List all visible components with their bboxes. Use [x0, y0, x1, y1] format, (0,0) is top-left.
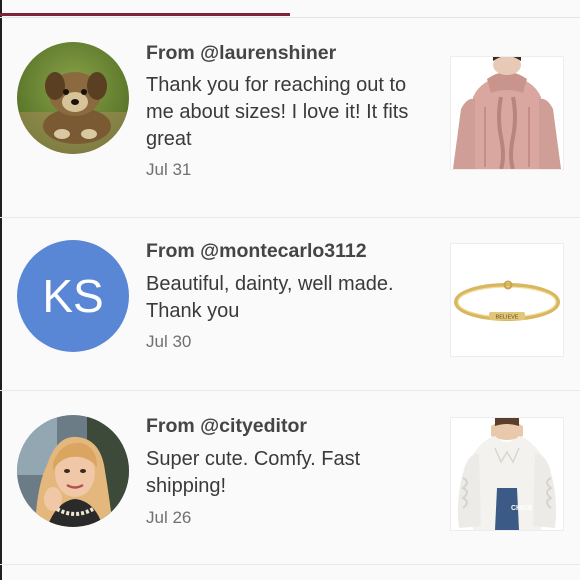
- blouse-thumbnail-icon[interactable]: CHICE: [451, 418, 563, 530]
- thumbnail-watermark: CHICE: [511, 505, 533, 512]
- review-item[interactable]: From @cityeditor Super cute. Comfy. Fast…: [0, 403, 580, 577]
- review-text: Beautiful, dainty, well made. Thank you: [146, 273, 394, 322]
- row-divider: [0, 390, 580, 391]
- row-divider: [0, 564, 580, 565]
- row-divider: [0, 217, 580, 218]
- review-text: Super cute. Comfy. Fast shipping!: [146, 448, 361, 497]
- review-text: Thank you for reaching out to me about s…: [146, 74, 409, 150]
- review-date: Jul 30: [146, 332, 192, 351]
- woman-avatar-icon[interactable]: [17, 415, 129, 527]
- review-author[interactable]: From @montecarlo3112: [146, 240, 367, 263]
- review-item[interactable]: KS From @montecarlo3112 Beautiful, daint…: [0, 227, 580, 401]
- review-author[interactable]: From @laurenshiner: [146, 42, 336, 65]
- bracelet-engraving: BELIEVE: [496, 315, 519, 321]
- review-author[interactable]: From @cityeditor: [146, 415, 307, 438]
- avatar[interactable]: KS: [17, 240, 129, 352]
- tab-bar: [0, 0, 580, 18]
- dog-avatar-icon[interactable]: [17, 42, 129, 154]
- review-date: Jul 31: [146, 160, 192, 179]
- sweater-thumbnail-icon[interactable]: [451, 57, 563, 169]
- active-tab-indicator: [0, 13, 290, 16]
- bracelet-thumbnail-icon[interactable]: BELIEVE: [451, 244, 563, 356]
- reviews-screen: From @laurenshiner Thank you for reachin…: [0, 0, 580, 580]
- review-date: Jul 26: [146, 508, 192, 527]
- review-item[interactable]: From @laurenshiner Thank you for reachin…: [0, 30, 580, 204]
